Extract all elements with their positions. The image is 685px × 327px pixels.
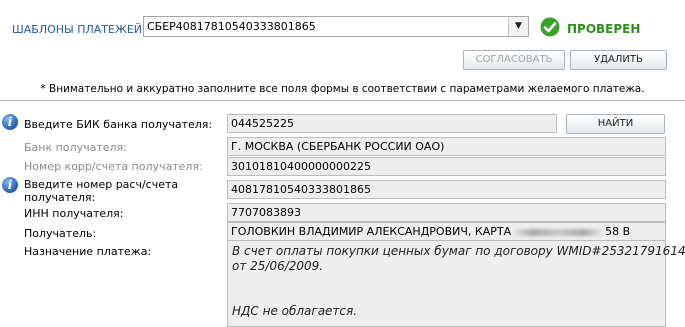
- bik-label: Введите БИК банка получателя:: [24, 118, 213, 131]
- templates-selected-value: СБЕР40817810540333801865: [147, 20, 316, 33]
- purpose-textarea[interactable]: В счет оплаты покупки ценных бумаг по до…: [227, 240, 685, 327]
- recipient-value-prefix: ГОЛОВКИН ВЛАДИМИР АЛЕКСАНДРОВИЧ, КАРТА: [231, 225, 512, 238]
- purpose-line-3: НДС не облагается.: [232, 304, 358, 318]
- bank-field: Г. МОСКВА (СБЕРБАНК РОССИИ ОАО): [227, 137, 666, 156]
- purpose-line-1: В счет оплаты покупки ценных бумаг по до…: [232, 244, 685, 258]
- account-label-line1: Введите номер расч/счета: [24, 178, 179, 191]
- redacted-blur: [514, 228, 603, 236]
- recipient-label: Получатель:: [24, 227, 97, 240]
- purpose-line-2: от 25/06/2009.: [232, 259, 324, 273]
- corr-account-label: Номер корр/счета получателя:: [24, 160, 203, 173]
- status-badge: ПРОВЕРЕН: [567, 22, 641, 36]
- templates-label: ШАБЛОНЫ ПЛАТЕЖЕЙ:: [12, 23, 146, 36]
- account-field[interactable]: 40817810540333801865: [227, 180, 666, 199]
- purpose-label: Назначение платежа:: [24, 245, 152, 258]
- bank-label: Банк получателя:: [24, 141, 127, 154]
- info-icon[interactable]: i: [2, 114, 18, 130]
- delete-button[interactable]: УДАЛИТЬ: [570, 50, 667, 70]
- corr-account-field: 30101810400000000225: [227, 157, 666, 176]
- divider: [0, 100, 685, 101]
- form-note: * Внимательно и аккуратно заполните все …: [40, 83, 645, 95]
- bik-field[interactable]: 044525225: [227, 114, 557, 133]
- chevron-down-icon[interactable]: ▼: [508, 17, 528, 36]
- info-icon[interactable]: i: [2, 177, 18, 193]
- inn-label: ИНН получателя:: [24, 207, 124, 220]
- templates-select[interactable]: СБЕР40817810540333801865 ▼: [143, 16, 529, 37]
- find-button[interactable]: НАЙТИ: [566, 114, 665, 134]
- recipient-field[interactable]: ГОЛОВКИН ВЛАДИМИР АЛЕКСАНДРОВИЧ, КАРТА 58…: [227, 222, 666, 241]
- inn-field[interactable]: 7707083893: [227, 203, 666, 222]
- check-circle-icon: [540, 17, 560, 37]
- purpose-gap: [232, 274, 661, 304]
- recipient-value-suffix: 58 В: [605, 225, 631, 238]
- agree-button[interactable]: СОГЛАСОВАТЬ: [463, 50, 565, 70]
- account-label-line2: получателя:: [24, 191, 96, 204]
